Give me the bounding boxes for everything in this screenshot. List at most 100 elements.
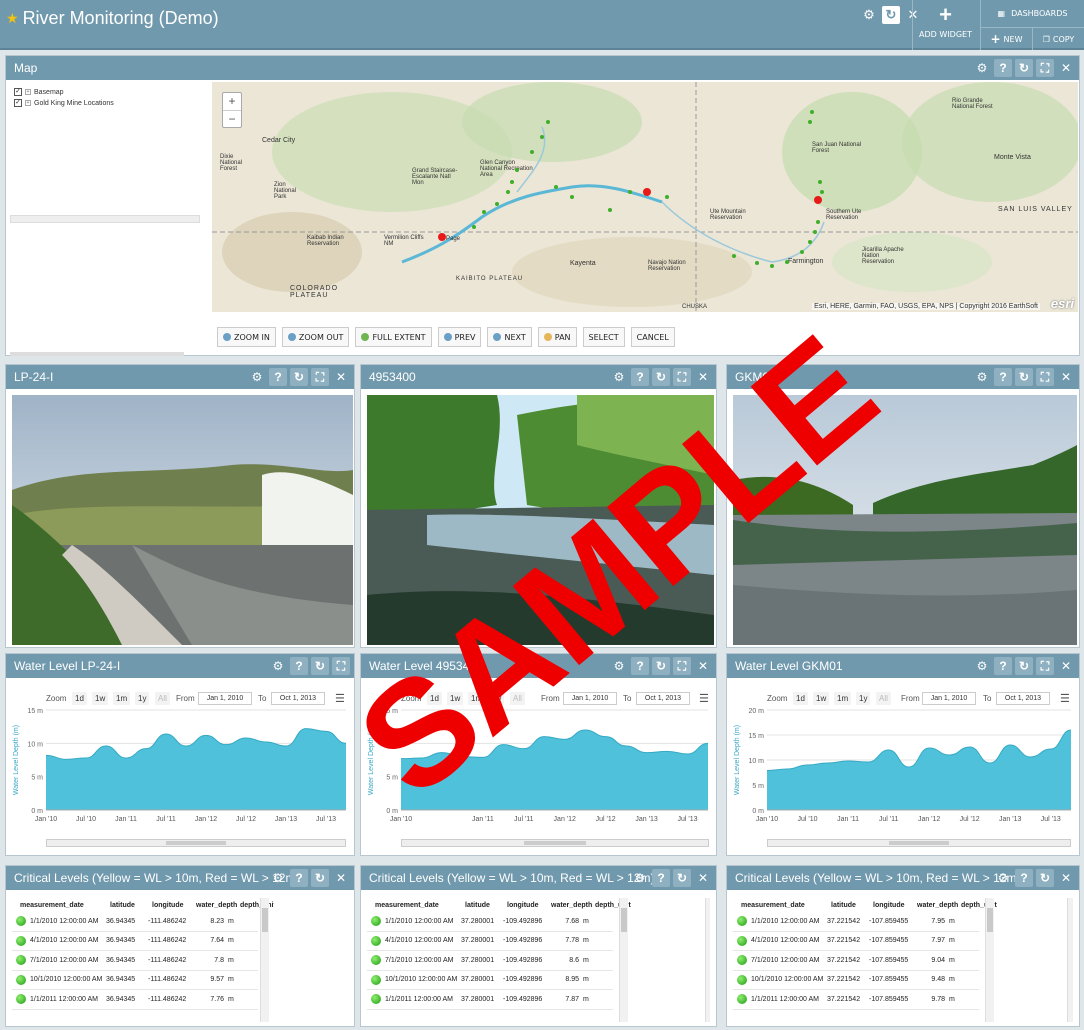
mine-marker[interactable] bbox=[608, 208, 612, 212]
zoom-1m-button[interactable]: 1m bbox=[468, 692, 486, 705]
chart-menu-icon[interactable]: ☰ bbox=[699, 692, 709, 705]
table-row[interactable]: 7/1/2010 12:00:00 AM 37.280001 -109.492896… bbox=[367, 951, 613, 971]
layer-item[interactable]: ✓ + Basemap bbox=[14, 88, 202, 96]
settings-gear-icon[interactable]: ⚙ bbox=[973, 657, 991, 675]
column-header[interactable]: longitude bbox=[152, 902, 196, 909]
mine-marker[interactable] bbox=[510, 180, 514, 184]
table-scrollbar[interactable] bbox=[260, 898, 269, 1022]
expand-icon[interactable]: + bbox=[25, 100, 31, 106]
mine-marker[interactable] bbox=[816, 220, 820, 224]
help-icon[interactable]: ? bbox=[631, 368, 649, 386]
table-row[interactable]: 4/1/2010 12:00:00 AM 37.280001 -109.492896… bbox=[367, 932, 613, 951]
settings-gear-icon[interactable]: ⚙ bbox=[269, 869, 287, 887]
close-icon[interactable]: ✕ bbox=[1057, 368, 1075, 386]
table-row[interactable]: 1/1/2011 12:00:00 AM 36.94345 -111.486242 7… bbox=[12, 990, 258, 1010]
select-button[interactable]: SELECT bbox=[582, 327, 625, 347]
zoom-all-button[interactable]: All bbox=[876, 692, 891, 705]
help-icon[interactable]: ? bbox=[631, 657, 649, 675]
favorite-star-icon[interactable]: ★ bbox=[6, 10, 19, 27]
map-canvas[interactable]: + − Cedar City Kaibab Indian Reservation… bbox=[212, 82, 1078, 312]
fullscreen-icon[interactable]: ⛶ bbox=[332, 657, 350, 675]
table-row[interactable]: 1/1/2010 12:00:00 AM 37.280001 -109.492896… bbox=[367, 912, 613, 932]
cancel-button[interactable]: CANCEL bbox=[630, 327, 675, 347]
table-row[interactable]: 1/1/2011 12:00:00 AM 37.280001 -109.492896… bbox=[367, 990, 613, 1010]
zoom-1m-button[interactable]: 1m bbox=[834, 692, 852, 705]
zoom-1d-button[interactable]: 1d bbox=[72, 692, 87, 705]
table-row[interactable]: 4/1/2010 12:00:00 AM 36.94345 -111.486242 7… bbox=[12, 932, 258, 951]
help-icon[interactable]: ? bbox=[994, 657, 1012, 675]
zoom-1w-button[interactable]: 1w bbox=[813, 692, 830, 705]
help-icon[interactable]: ? bbox=[269, 368, 287, 386]
zoom-1w-button[interactable]: 1w bbox=[447, 692, 464, 705]
layer-checkbox[interactable]: ✓ bbox=[14, 99, 22, 107]
refresh-icon[interactable]: ↻ bbox=[652, 657, 670, 675]
chart-navigator-scrollbar[interactable] bbox=[401, 839, 709, 847]
table-row[interactable]: 4/1/2010 12:00:00 AM 37.221542 -107.859455… bbox=[733, 932, 979, 951]
mine-marker[interactable] bbox=[732, 254, 736, 258]
next-button[interactable]: NEXT bbox=[487, 327, 532, 347]
help-icon[interactable]: ? bbox=[1015, 869, 1033, 887]
table-row[interactable]: 7/1/2010 12:00:00 AM 36.94345 -111.486242 7… bbox=[12, 951, 258, 971]
column-header[interactable]: water_depth bbox=[551, 902, 595, 909]
mine-marker[interactable] bbox=[665, 195, 669, 199]
mine-marker[interactable] bbox=[770, 264, 774, 268]
close-icon[interactable]: ✕ bbox=[694, 368, 712, 386]
mine-marker[interactable] bbox=[482, 210, 486, 214]
monitoring-station-marker[interactable] bbox=[643, 188, 651, 196]
mine-marker[interactable] bbox=[820, 190, 824, 194]
monitoring-station-marker[interactable] bbox=[814, 196, 822, 204]
settings-gear-icon[interactable]: ⚙ bbox=[610, 657, 628, 675]
column-header[interactable]: measurement_date bbox=[20, 902, 110, 909]
close-icon[interactable]: ✕ bbox=[1057, 869, 1075, 887]
settings-gear-icon[interactable]: ⚙ bbox=[269, 657, 287, 675]
zoom-out-button[interactable]: ZOOM OUT bbox=[281, 327, 350, 347]
refresh-icon[interactable]: ↻ bbox=[311, 657, 329, 675]
help-icon[interactable]: ? bbox=[652, 869, 670, 887]
column-header[interactable]: longitude bbox=[873, 902, 917, 909]
zoom-all-button[interactable]: All bbox=[510, 692, 525, 705]
pan-button[interactable]: PAN bbox=[537, 327, 577, 347]
zoom-1y-button[interactable]: 1y bbox=[135, 692, 150, 705]
mine-marker[interactable] bbox=[515, 168, 519, 172]
settings-gear-icon[interactable]: ⚙ bbox=[973, 59, 991, 77]
fullscreen-icon[interactable]: ⛶ bbox=[1036, 59, 1054, 77]
help-icon[interactable]: ? bbox=[290, 657, 308, 675]
table-row[interactable]: 10/1/2010 12:00:00 AM 36.94345 -111.486242… bbox=[12, 971, 258, 990]
refresh-icon[interactable]: ↻ bbox=[882, 6, 900, 24]
mine-marker[interactable] bbox=[818, 180, 822, 184]
water-level-area[interactable] bbox=[401, 730, 708, 810]
mine-marker[interactable] bbox=[800, 250, 804, 254]
refresh-icon[interactable]: ↻ bbox=[1036, 869, 1054, 887]
panel-scrollbar[interactable] bbox=[705, 898, 710, 1022]
fullscreen-icon[interactable]: ⛶ bbox=[1036, 368, 1054, 386]
fullscreen-icon[interactable]: ⛶ bbox=[311, 368, 329, 386]
mine-marker[interactable] bbox=[530, 150, 534, 154]
from-date-input[interactable]: Jan 1, 2010 bbox=[563, 692, 617, 705]
panel-scrollbar[interactable] bbox=[10, 352, 184, 356]
help-icon[interactable]: ? bbox=[994, 368, 1012, 386]
close-icon[interactable]: ✕ bbox=[332, 368, 350, 386]
new-dashboard-button[interactable]: + NEW bbox=[981, 28, 1032, 50]
help-icon[interactable]: ? bbox=[994, 59, 1012, 77]
zoom-1y-button[interactable]: 1y bbox=[490, 692, 505, 705]
from-date-input[interactable]: Jan 1, 2010 bbox=[198, 692, 252, 705]
mine-marker[interactable] bbox=[755, 261, 759, 265]
settings-gear-icon[interactable]: ⚙ bbox=[610, 368, 628, 386]
zoom-1w-button[interactable]: 1w bbox=[92, 692, 109, 705]
column-header[interactable]: latitude bbox=[110, 902, 152, 909]
zoom-1d-button[interactable]: 1d bbox=[427, 692, 442, 705]
copy-dashboard-button[interactable]: ❐ COPY bbox=[1032, 28, 1084, 50]
mine-marker[interactable] bbox=[540, 135, 544, 139]
column-header[interactable]: measurement_date bbox=[741, 902, 831, 909]
mine-marker[interactable] bbox=[808, 240, 812, 244]
to-date-input[interactable]: Oct 1, 2013 bbox=[636, 692, 690, 705]
mine-marker[interactable] bbox=[546, 120, 550, 124]
column-header[interactable]: depth_unit bbox=[961, 902, 997, 909]
mine-marker[interactable] bbox=[808, 120, 812, 124]
refresh-icon[interactable]: ↻ bbox=[1015, 657, 1033, 675]
refresh-icon[interactable]: ↻ bbox=[673, 869, 691, 887]
refresh-icon[interactable]: ↻ bbox=[290, 368, 308, 386]
table-row[interactable]: 1/1/2010 12:00:00 AM 37.221542 -107.859455… bbox=[733, 912, 979, 932]
mine-marker[interactable] bbox=[810, 110, 814, 114]
refresh-icon[interactable]: ↻ bbox=[1015, 368, 1033, 386]
